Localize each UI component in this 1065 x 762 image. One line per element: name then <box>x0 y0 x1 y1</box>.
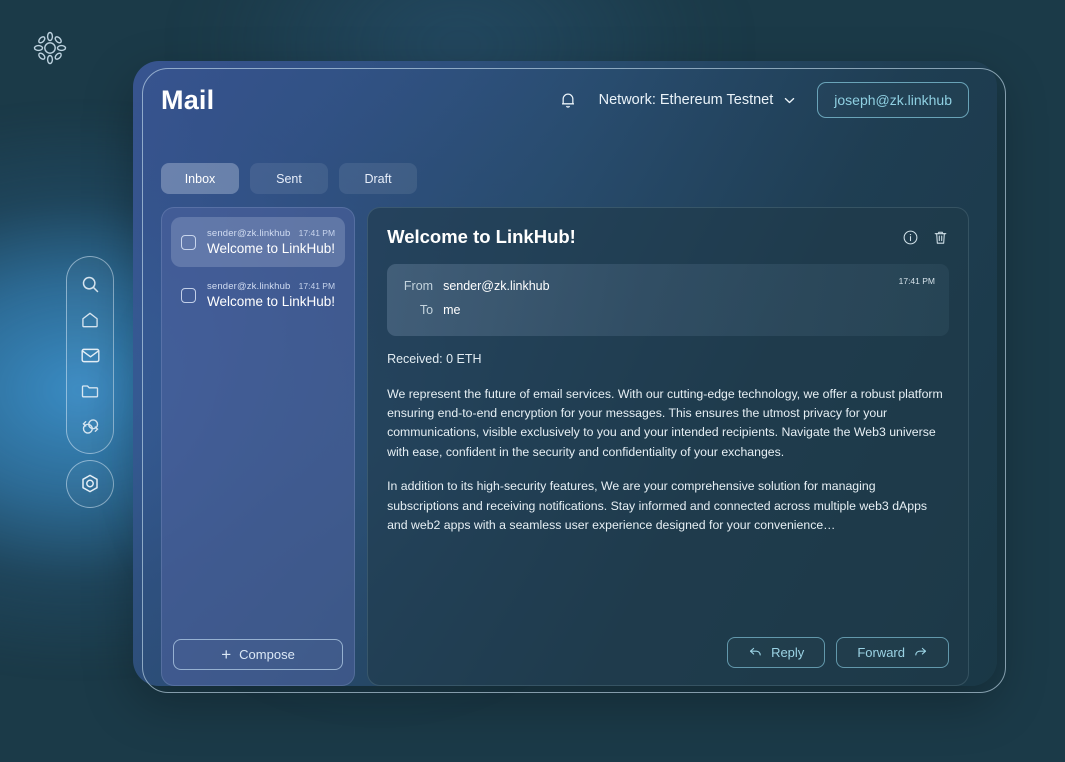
mail-subject: Welcome to LinkHub! <box>207 294 336 309</box>
detail-timestamp: 17:41 PM <box>898 276 935 286</box>
info-circle-icon[interactable] <box>902 229 919 246</box>
table-row[interactable]: sender@zk.linkhub 17:41 PM Welcome to Li… <box>171 270 345 320</box>
detail-header: Welcome to LinkHub! <box>387 226 949 248</box>
header-right-cluster: Network: Ethereum Testnet joseph@zk.link… <box>557 82 969 118</box>
plus-icon: + <box>221 645 232 664</box>
mail-timestamp: 17:41 PM <box>298 228 336 238</box>
detail-footer-actions: Reply Forward <box>727 637 949 668</box>
left-icon-rail <box>66 256 114 454</box>
app-header: Mail Network: Ethereum Testnet joseph@zk… <box>133 61 997 139</box>
arrow-reply-icon <box>748 644 763 662</box>
mail-checkbox[interactable] <box>181 234 196 250</box>
network-selector[interactable]: Network: Ethereum Testnet <box>599 92 798 108</box>
to-value: me <box>443 302 461 317</box>
content-panes: sender@zk.linkhub 17:41 PM Welcome to Li… <box>161 175 969 686</box>
forward-button[interactable]: Forward <box>836 637 949 668</box>
mail-item-meta: sender@zk.linkhub 17:41 PM <box>207 228 335 239</box>
folder-icon[interactable] <box>77 378 103 404</box>
home-icon[interactable] <box>77 307 103 333</box>
reply-button[interactable]: Reply <box>727 637 826 668</box>
mail-sender: sender@zk.linkhub <box>207 281 291 292</box>
detail-subject: Welcome to LinkHub! <box>387 226 576 247</box>
mail-meta-box: 17:41 PM From sender@zk.linkhub To me <box>387 264 949 336</box>
mail-item-texts: sender@zk.linkhub 17:41 PM Welcome to Li… <box>207 228 335 256</box>
reply-label: Reply <box>771 645 805 660</box>
bell-icon[interactable] <box>557 89 579 111</box>
detail-action-icons <box>902 226 949 246</box>
search-icon[interactable] <box>77 271 103 297</box>
mail-item-texts: sender@zk.linkhub 17:41 PM Welcome to Li… <box>207 281 335 309</box>
from-label: From <box>403 279 434 293</box>
mail-sender: sender@zk.linkhub <box>207 228 291 239</box>
settings-target-icon[interactable] <box>66 460 114 508</box>
forward-label: Forward <box>857 645 905 660</box>
swap-icon[interactable] <box>77 413 103 439</box>
mail-app-card: Mail Network: Ethereum Testnet joseph@zk… <box>133 61 997 686</box>
compose-label: Compose <box>239 647 295 662</box>
mail-detail-panel: Welcome to LinkHub! 17:41 PM From sender… <box>367 207 969 686</box>
trash-icon[interactable] <box>932 229 949 246</box>
mail-item-meta: sender@zk.linkhub 17:41 PM <box>207 281 335 292</box>
arrow-forward-icon <box>913 644 928 662</box>
envelope-icon[interactable] <box>77 342 103 368</box>
sunburst-logo-icon <box>30 28 70 68</box>
page-title: Mail <box>161 84 215 115</box>
table-row[interactable]: sender@zk.linkhub 17:41 PM Welcome to Li… <box>171 217 346 267</box>
network-label: Network: Ethereum Testnet <box>598 92 774 108</box>
account-button[interactable]: joseph@zk.linkhub <box>817 82 969 118</box>
mail-list-panel: sender@zk.linkhub 17:41 PM Welcome to Li… <box>161 207 356 686</box>
mail-timestamp: 17:41 PM <box>298 281 336 291</box>
mail-body-paragraph-1: We represent the future of email service… <box>387 386 943 459</box>
compose-button[interactable]: + Compose <box>173 639 344 670</box>
mail-subject: Welcome to LinkHub! <box>207 241 336 256</box>
mail-checkbox[interactable] <box>181 287 196 303</box>
meta-row-to: To me <box>401 299 935 323</box>
mail-body-paragraph-2: In addition to its high-security feature… <box>387 479 928 533</box>
from-value: sender@zk.linkhub <box>443 279 550 293</box>
meta-row-from: From sender@zk.linkhub <box>401 275 935 299</box>
received-amount: Received: 0 ETH <box>387 351 482 366</box>
chevron-down-icon <box>782 93 797 108</box>
to-label: To <box>419 302 434 317</box>
